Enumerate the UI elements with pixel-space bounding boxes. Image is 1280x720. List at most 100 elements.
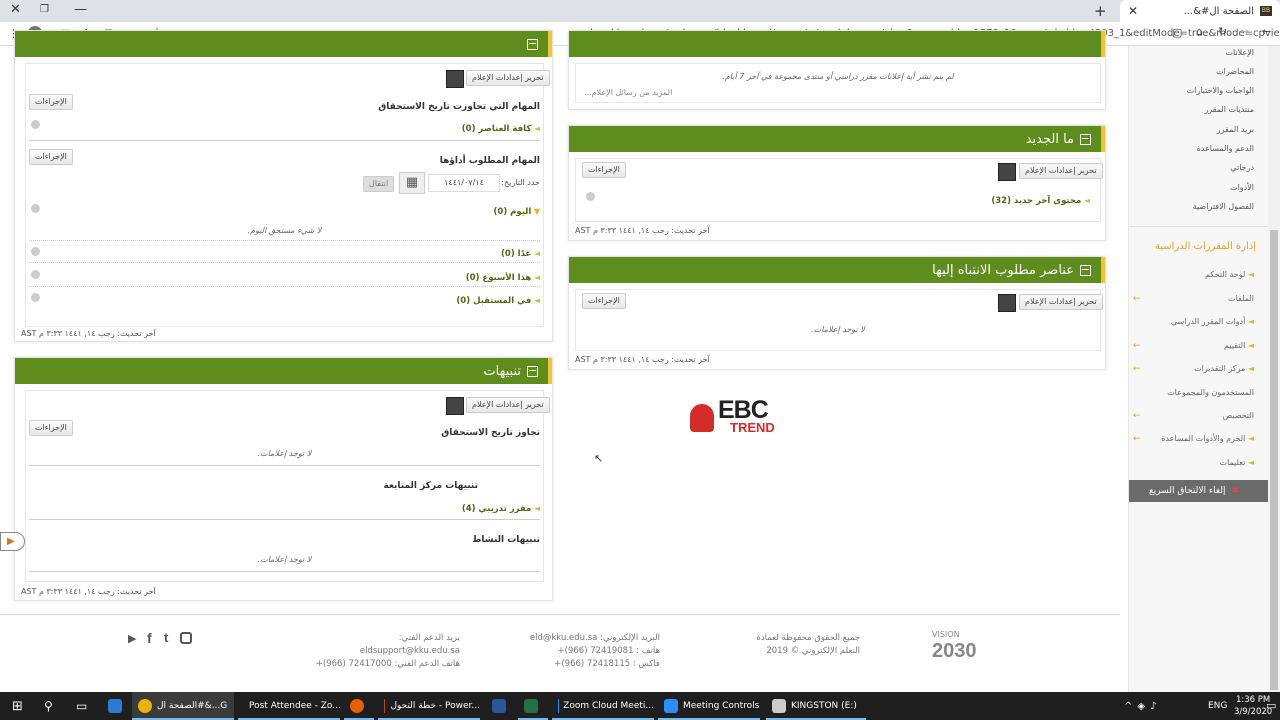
taskbar-chrome-kku[interactable]: الصفحة ال#&...G <box>132 692 234 720</box>
management-item[interactable]: التخصيص <box>1223 411 1254 420</box>
taskbar-chrome-post-attendee[interactable]: Post Attendee - Zo... <box>238 692 341 720</box>
twitter-icon[interactable]: t <box>164 630 168 645</box>
task-view-button[interactable]: ▭ <box>70 692 87 720</box>
start-button[interactable]: ⊞ <box>6 692 23 720</box>
this-week-link[interactable]: هذا الأسبوع (0) <box>466 273 532 283</box>
expand-arrow-icon[interactable]: ← <box>1133 364 1141 374</box>
taskbar-word[interactable] <box>486 692 512 720</box>
new-tab-icon[interactable]: + <box>1094 2 1107 20</box>
edge-button[interactable] <box>102 692 122 720</box>
management-item[interactable]: ◄ تعليمات <box>1220 458 1254 467</box>
all-items-row[interactable]: ◄ كافة العناصر (0) <box>462 121 540 134</box>
page-scrollbar[interactable] <box>1268 46 1280 692</box>
management-item[interactable]: الملفات <box>1228 294 1254 303</box>
back-icon[interactable]: ← <box>1262 25 1271 38</box>
today-row[interactable]: ▼ اليوم (0) <box>494 204 541 217</box>
future-row[interactable]: ◄ في المستقبل (0) <box>456 293 540 306</box>
facebook-icon[interactable]: f <box>147 630 152 646</box>
course-link[interactable]: مقرر تدريبي (4) <box>462 504 531 514</box>
sidebar-item[interactable]: الفصول الافتراضية <box>1193 202 1254 211</box>
expand-icon[interactable] <box>31 270 40 279</box>
taskbar-label: الصفحة ال#&...G <box>157 701 228 711</box>
management-item[interactable]: ◄ مركز التقديرات <box>1194 364 1254 373</box>
expand-arrow-icon[interactable]: ← <box>1133 434 1141 444</box>
expand-icon[interactable] <box>586 192 595 201</box>
management-item[interactable]: ◄ أدوات المقرر الدراسي <box>1171 317 1254 326</box>
browser-tab[interactable]: BB الصفحة ال#&... ✕ <box>1120 0 1280 22</box>
volume-icon: ♪ <box>1150 700 1157 712</box>
home-icon[interactable]: ⌂ <box>1196 25 1203 38</box>
taskbar-zoom-cloud[interactable]: Zoom Cloud Meeti... <box>552 692 654 720</box>
support-email[interactable]: eldsupport@kku.edu.sa <box>360 646 460 656</box>
quick-unenroll-button[interactable]: ✖ إلغاء الالتحاق السريع <box>1129 480 1269 502</box>
sidebar-item[interactable]: بريد المقرر <box>1217 125 1254 134</box>
tasks-panel-body: تحرير إعدادات الإعلام الإجراءات المهام ا… <box>25 63 550 327</box>
management-item[interactable]: ◄ التقييم <box>1224 341 1254 350</box>
collapse-icon[interactable] <box>1080 133 1091 145</box>
edit-notifications-button[interactable]: تحرير إعدادات الإعلام <box>466 397 550 413</box>
taskbar-excel[interactable] <box>518 692 548 720</box>
date-input[interactable]: ١٤٤١/٠٧/١٤ <box>428 174 500 192</box>
scrollbar-thumb[interactable] <box>1270 230 1278 690</box>
collapse-icon[interactable] <box>527 38 538 50</box>
expand-icon[interactable] <box>31 204 40 213</box>
taskbar-usb-drive[interactable]: KINGSTON (E:) <box>766 692 866 720</box>
instagram-icon[interactable] <box>180 632 192 644</box>
sidebar-item[interactable]: الإعلانات <box>1225 48 1254 57</box>
future-link[interactable]: في المستقبل (0) <box>456 296 531 306</box>
expand-arrow-icon[interactable]: ← <box>1133 294 1141 304</box>
today-link[interactable]: اليوم (0) <box>494 207 532 217</box>
fax: فاكس : 72418115 (966)+ <box>554 659 660 669</box>
all-items-link[interactable]: كافة العناصر (0) <box>462 124 532 134</box>
sidebar-item[interactable]: الأدوات <box>1230 183 1254 192</box>
play-button[interactable]: ▶ <box>0 532 25 551</box>
reload-icon[interactable]: ↻ <box>1218 25 1227 38</box>
sidebar-item[interactable]: منتديات المقرر <box>1204 105 1254 114</box>
tomorrow-row[interactable]: ◄ غدًا (0) <box>501 246 540 259</box>
tray-icons[interactable]: ^ ◈ ♪ <box>1118 692 1156 720</box>
more-announcements-link[interactable]: المزيد من رسائل الإعلام... <box>584 88 672 97</box>
taskbar-meeting-controls[interactable]: Meeting Controls <box>658 692 760 720</box>
minimize-window-icon[interactable]: — <box>74 2 87 17</box>
management-item[interactable]: المستخدمون والمجموعات <box>1167 388 1254 397</box>
actions-button[interactable]: الإجراءات <box>29 149 73 165</box>
sidebar-item[interactable]: المحاضرات <box>1216 67 1254 76</box>
search-button[interactable]: ⚲ <box>38 692 53 720</box>
expand-icon[interactable] <box>31 293 40 302</box>
course-row[interactable]: ◄ مقرر تدريبي (4) <box>462 501 540 514</box>
collapse-icon[interactable] <box>527 365 538 377</box>
close-tab-icon[interactable]: ✕ <box>1128 4 1138 18</box>
edit-notifications-button[interactable]: تحرير إعدادات الإعلام <box>466 70 550 86</box>
language-indicator[interactable]: ENG <box>1202 692 1227 720</box>
tomorrow-link[interactable]: غدًا (0) <box>501 249 531 259</box>
close-window-icon[interactable]: ✕ <box>10 2 21 17</box>
expand-arrow-icon[interactable]: ← <box>1133 411 1141 421</box>
email[interactable]: البريد الإلكتروني: eld@kku.edu.sa <box>530 633 660 643</box>
expand-icon[interactable] <box>31 247 40 256</box>
go-button[interactable]: انتقال <box>363 176 395 192</box>
forward-icon[interactable]: → <box>1240 25 1249 38</box>
notifications-icon[interactable]: ▭ <box>1266 699 1276 712</box>
edit-notifications-button[interactable]: تحرير إعدادات الإعلام <box>1019 294 1103 310</box>
this-week-row[interactable]: ◄ هذا الأسبوع (0) <box>466 270 540 283</box>
actions-button[interactable]: الإجراءات <box>582 162 626 178</box>
collapse-icon[interactable] <box>1080 264 1091 276</box>
other-content-row[interactable]: ◄ محتوى آخر جديد (32) <box>991 193 1090 206</box>
restore-window-icon[interactable]: ❐ <box>40 4 49 15</box>
actions-button[interactable]: الإجراءات <box>29 420 73 436</box>
expand-icon[interactable] <box>31 120 40 129</box>
edit-notifications-button[interactable]: تحرير إعدادات الإعلام <box>1019 163 1103 179</box>
sidebar-item[interactable]: الواجبات والاختبارات <box>1187 86 1254 95</box>
management-item[interactable]: ◄ الحزم والأدوات المساعدة <box>1161 434 1254 443</box>
actions-button[interactable]: الإجراءات <box>29 94 73 110</box>
expand-arrow-icon[interactable]: ← <box>1133 341 1141 351</box>
sidebar-item[interactable]: الدعم والمساعدة <box>1197 144 1254 153</box>
taskbar-powerpoint[interactable]: خطة التحول - Power... <box>378 692 480 720</box>
youtube-icon[interactable]: ▶ <box>128 632 136 645</box>
management-item[interactable]: ◄ لوحة التحكم <box>1205 270 1254 279</box>
taskbar-firefox[interactable] <box>344 692 374 720</box>
actions-button[interactable]: الإجراءات <box>582 293 626 309</box>
sidebar-item[interactable]: درجاتي <box>1230 163 1254 172</box>
calendar-icon[interactable]: ▦ <box>399 172 425 194</box>
other-content-link[interactable]: محتوى آخر جديد (32) <box>991 196 1081 206</box>
